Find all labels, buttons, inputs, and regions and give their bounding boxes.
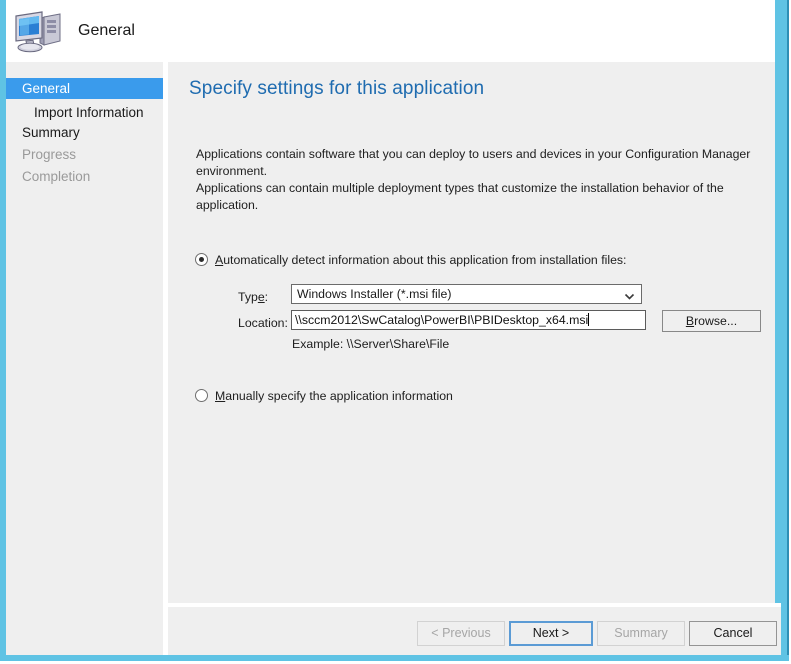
sidebar-item-label: Progress (22, 147, 77, 162)
radio-button-empty-icon (195, 389, 208, 402)
sidebar-item-import-information[interactable]: Import Information (6, 102, 163, 123)
sidebar-item-label: Import Information (34, 105, 144, 120)
radio-manual-accel: M (215, 389, 226, 403)
radio-button-filled-icon (195, 253, 208, 266)
content-region: General Import Information Summary Progr… (6, 62, 781, 655)
radio-manual-specify[interactable]: Manually specify the application informa… (195, 389, 453, 403)
computer-icon (12, 8, 66, 56)
location-input[interactable]: \\sccm2012\SwCatalog\PowerBI\PBIDesktop_… (291, 310, 646, 330)
type-dropdown-value: Windows Installer (*.msi file) (297, 287, 452, 301)
wizard-step-list: General Import Information Summary Progr… (6, 62, 163, 655)
location-label: Location: (238, 316, 288, 330)
type-label: Type: (238, 290, 268, 304)
radio-manual-label: anually specify the application informat… (225, 389, 453, 403)
previous-button: < Previous (417, 621, 505, 646)
browse-button-accel: B (685, 314, 695, 328)
wizard-window: General General Import Information Summa… (0, 0, 791, 664)
browse-button[interactable]: Browse... (662, 310, 761, 332)
radio-automatic-detect[interactable]: Automatically detect information about t… (195, 253, 626, 267)
intro-line-2: Applications can contain multiple deploy… (196, 181, 724, 212)
type-dropdown[interactable]: Windows Installer (*.msi file) (291, 284, 642, 304)
window-edge-right (775, 0, 787, 659)
summary-button: Summary (597, 621, 685, 646)
next-button[interactable]: Next > (509, 621, 593, 646)
chevron-down-icon (624, 289, 635, 300)
intro-description: Applications contain software that you c… (196, 146, 756, 214)
sidebar-item-label: General (22, 81, 71, 96)
sidebar-item-progress: Progress (6, 144, 163, 165)
title-bar: General (6, 0, 775, 62)
type-label-suffix: : (264, 290, 269, 304)
radio-automatic-label: utomatically detect information about th… (223, 253, 627, 267)
text-caret (588, 313, 590, 326)
radio-automatic-accel: A (215, 253, 224, 267)
main-pane: Specify settings for this application Ap… (168, 62, 775, 655)
sidebar-item-general[interactable]: General (6, 78, 163, 99)
location-input-value: \\sccm2012\SwCatalog\PowerBI\PBIDesktop_… (295, 313, 589, 327)
browse-button-label: rowse... (694, 314, 738, 328)
window-title: General (78, 22, 135, 39)
cancel-button[interactable]: Cancel (689, 621, 777, 646)
intro-line-1: Applications contain software that you c… (196, 147, 751, 178)
type-label-accel: e (257, 290, 265, 304)
type-label-prefix: Typ (238, 290, 258, 304)
sidebar-item-summary[interactable]: Summary (6, 122, 163, 143)
location-example-hint: Example: \\Server\Share\File (292, 337, 450, 351)
page-title: Specify settings for this application (189, 78, 485, 99)
sidebar-item-label: Completion (22, 169, 91, 184)
sidebar-item-completion: Completion (6, 166, 163, 187)
sidebar-item-label: Summary (22, 125, 80, 140)
window-edge-right-hairline (787, 0, 789, 664)
wizard-button-bar: < Previous Next > Summary Cancel (168, 607, 781, 655)
